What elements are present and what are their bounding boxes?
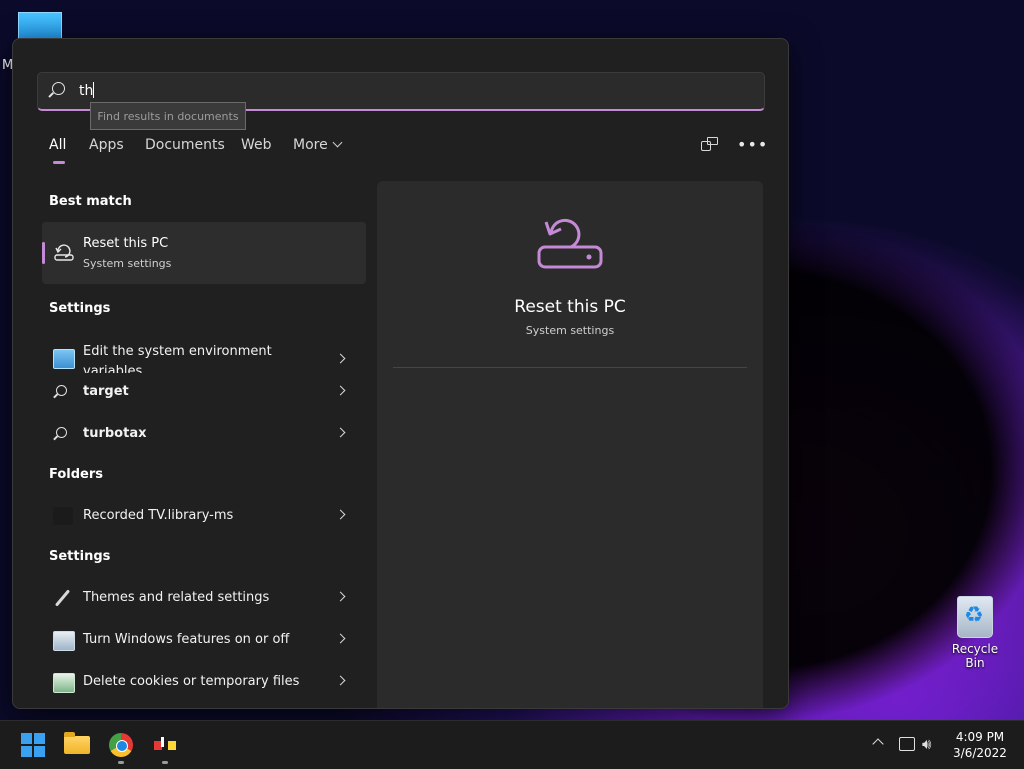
recycle-bin-label: Recycle Bin bbox=[951, 642, 999, 670]
folder-icon bbox=[53, 507, 73, 525]
tab-apps[interactable]: Apps bbox=[89, 137, 124, 153]
section-settings-2: Settings bbox=[49, 549, 111, 564]
chevron-right-icon bbox=[335, 509, 346, 520]
chevron-right-icon bbox=[335, 591, 346, 602]
list-item-target[interactable]: target bbox=[42, 373, 366, 411]
tab-more[interactable]: More bbox=[293, 137, 343, 153]
file-explorer-button[interactable] bbox=[63, 731, 91, 759]
chevron-right-icon bbox=[335, 385, 346, 396]
preview-subtitle: System settings bbox=[525, 324, 615, 337]
device-search-icon[interactable] bbox=[701, 137, 718, 151]
chevron-right-icon bbox=[335, 675, 346, 686]
section-folders: Folders bbox=[49, 467, 104, 482]
tab-web[interactable]: Web bbox=[241, 137, 272, 153]
folder-icon bbox=[64, 732, 90, 754]
clock[interactable]: 4:09 PM 3/6/2022 bbox=[948, 729, 1012, 761]
chrome-icon bbox=[109, 733, 133, 757]
list-item-delete-cookies[interactable]: Delete cookies or temporary files bbox=[42, 663, 366, 701]
chevron-right-icon bbox=[335, 353, 346, 364]
divider bbox=[393, 367, 747, 368]
search-input[interactable]: th bbox=[79, 82, 95, 99]
list-item-themes[interactable]: Themes and related settings bbox=[42, 579, 366, 617]
running-indicator bbox=[118, 761, 124, 764]
recycle-bin-icon bbox=[957, 596, 993, 638]
show-hidden-icons-chevron[interactable] bbox=[872, 738, 884, 750]
reset-pc-large-icon bbox=[537, 218, 603, 269]
chevron-right-icon bbox=[335, 427, 346, 438]
environment-icon bbox=[53, 349, 75, 369]
search-icon bbox=[56, 385, 67, 396]
best-match-title: Reset this PC bbox=[83, 236, 169, 251]
tab-documents[interactable]: Documents bbox=[145, 137, 225, 153]
panel-top-icons: ••• bbox=[701, 135, 767, 155]
list-item-turbotax[interactable]: turbotax bbox=[42, 415, 366, 453]
chrome-button[interactable] bbox=[107, 731, 135, 759]
search-icon bbox=[56, 427, 67, 438]
taskbar: 🔊︎ 4:09 PM 3/6/2022 bbox=[0, 720, 1024, 769]
recycle-bin[interactable]: Recycle Bin bbox=[942, 596, 1008, 670]
tab-all[interactable]: All bbox=[49, 137, 66, 153]
best-match-item[interactable]: Reset this PC System settings bbox=[42, 222, 366, 284]
internet-options-icon bbox=[53, 673, 75, 693]
more-options-icon[interactable]: ••• bbox=[737, 135, 768, 154]
list-item-windows-features[interactable]: Turn Windows features on or off bbox=[42, 621, 366, 659]
search-panel: th Find results in documents All Apps Do… bbox=[12, 38, 789, 709]
clock-time: 4:09 PM bbox=[955, 730, 1005, 744]
running-indicator bbox=[162, 761, 168, 764]
tooltip: Find results in documents bbox=[90, 102, 246, 130]
network-icon[interactable] bbox=[899, 737, 915, 751]
preview-pane: Reset this PC System settings bbox=[377, 181, 763, 708]
active-tab-indicator bbox=[53, 161, 65, 164]
preview-title: Reset this PC bbox=[514, 297, 626, 317]
chevron-right-icon bbox=[335, 633, 346, 644]
brush-icon bbox=[53, 589, 73, 607]
section-settings: Settings bbox=[49, 301, 111, 316]
list-item-environment-variables[interactable]: Edit the system environment variables bbox=[42, 339, 366, 373]
chevron-down-icon bbox=[332, 137, 343, 148]
search-icon bbox=[52, 82, 65, 95]
reset-pc-icon bbox=[54, 244, 74, 261]
clock-date: 3/6/2022 bbox=[953, 746, 1007, 760]
windows-features-icon bbox=[53, 631, 75, 651]
section-best-match: Best match bbox=[49, 194, 132, 209]
windows-logo-icon bbox=[21, 733, 32, 744]
taskbar-app-button[interactable] bbox=[151, 731, 179, 759]
list-item-recorded-tv[interactable]: Recorded TV.library-ms bbox=[42, 497, 366, 535]
start-button[interactable] bbox=[19, 731, 47, 759]
best-match-subtitle: System settings bbox=[83, 257, 172, 270]
volume-icon[interactable]: 🔊︎ bbox=[922, 735, 931, 753]
